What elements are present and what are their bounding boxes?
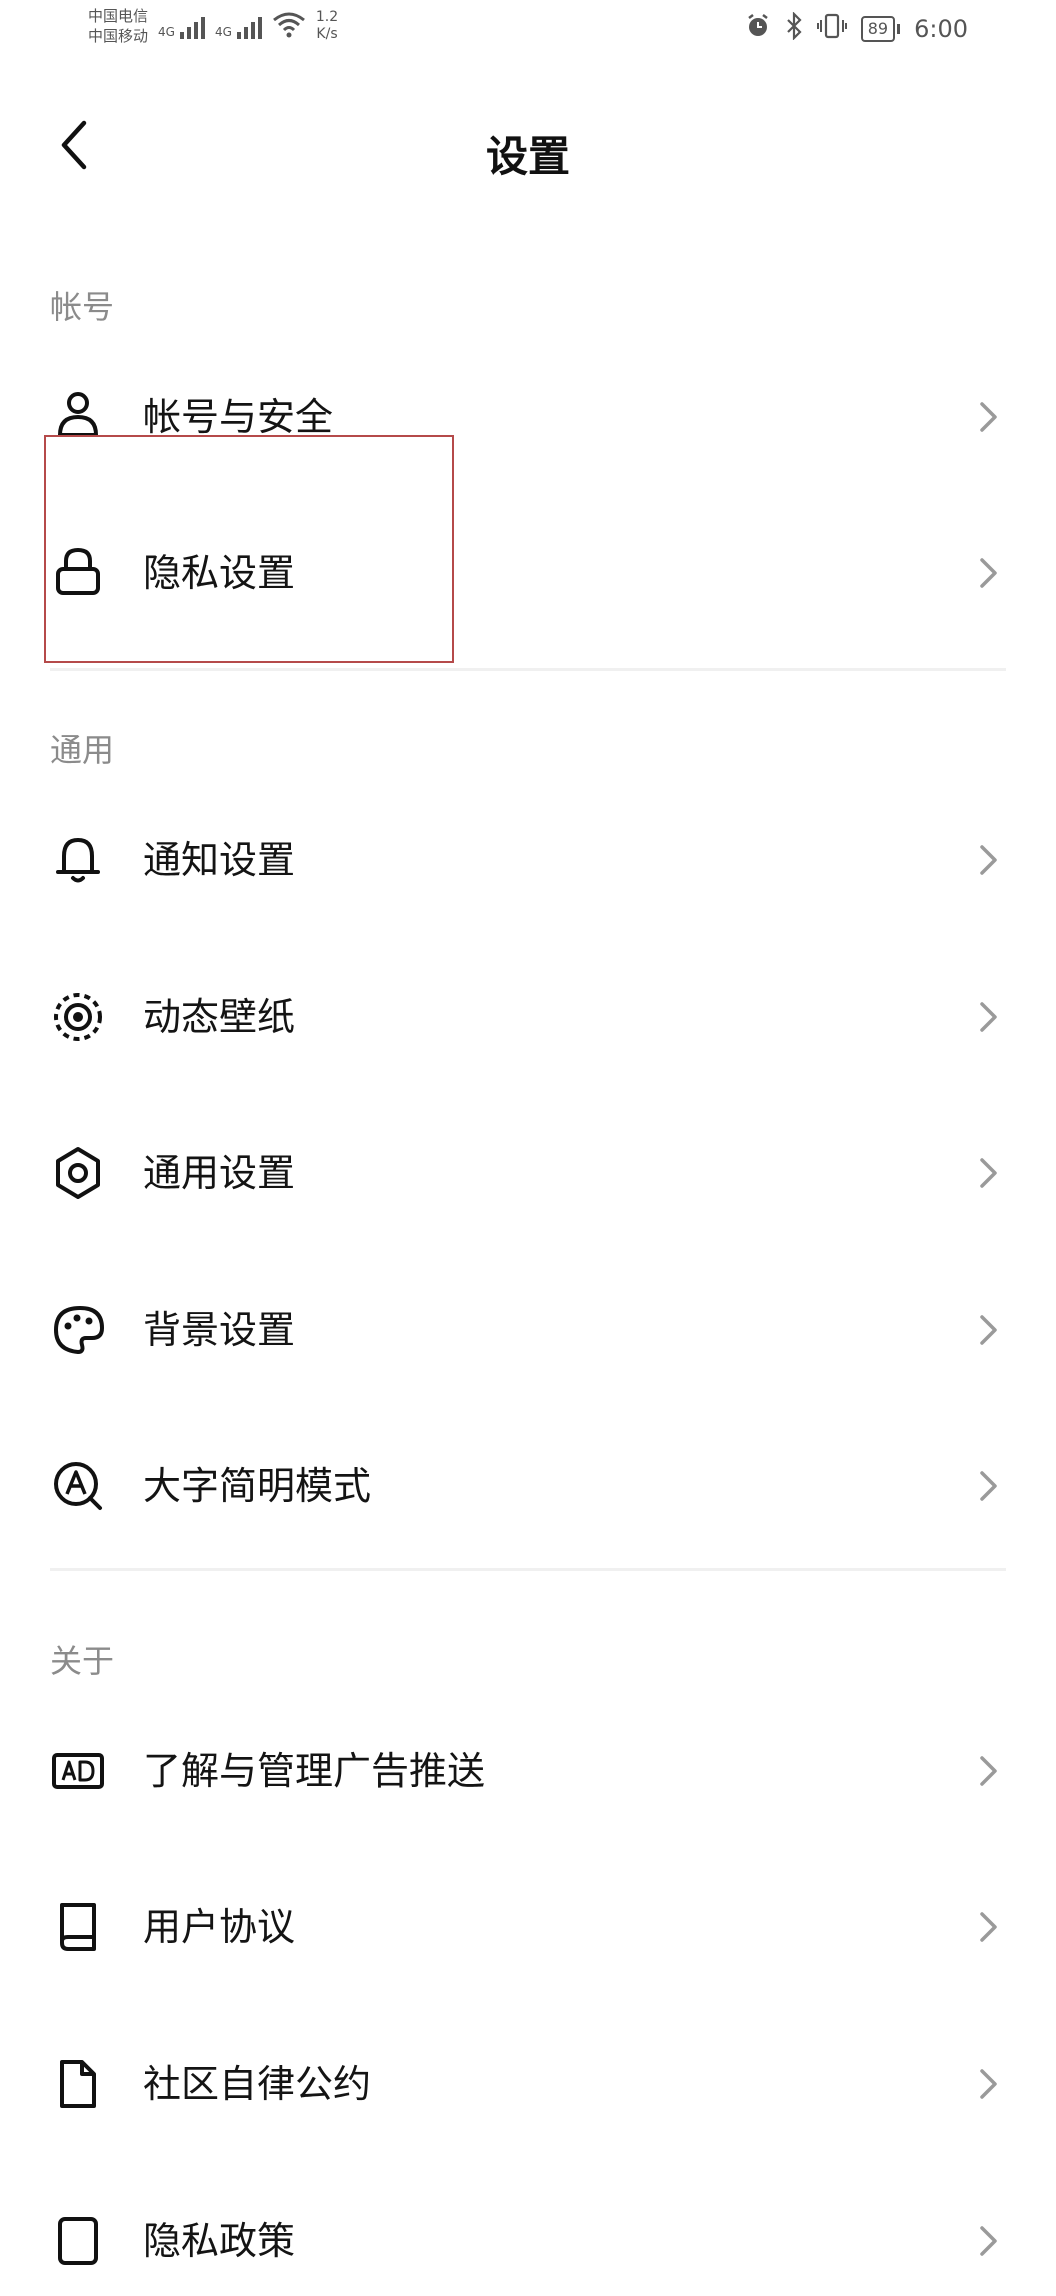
settings-item-label: 动态壁纸: [143, 995, 296, 1039]
signal-2-label: 4G: [214, 25, 232, 39]
battery-level: 89: [860, 16, 896, 42]
settings-item-notification-settings[interactable]: 通知设置: [0, 805, 1056, 915]
status-bar: 中国电信 中国移动 4G 4G 1.2 K/s 89 6:00: [0, 0, 1056, 70]
settings-item-background-settings[interactable]: 背景设置: [0, 1275, 1056, 1385]
large-font-icon: [50, 1456, 110, 1516]
privacy-policy-icon: [50, 2211, 110, 2271]
live-wallpaper-icon: [50, 987, 110, 1047]
book-icon: [50, 1897, 110, 1957]
carrier-2-name: 中国移动: [88, 27, 149, 45]
settings-item-label: 用户协议: [143, 1905, 296, 1949]
settings-item-label: 帐号与安全: [143, 395, 334, 439]
settings-item-ad-management[interactable]: 了解与管理广告推送: [0, 1716, 1056, 1826]
bluetooth-icon: [785, 11, 803, 46]
bell-icon: [50, 830, 110, 890]
network-speed: 1.2 K/s: [316, 9, 338, 43]
settings-item-community-guidelines[interactable]: 社区自律公约: [0, 2029, 1056, 2139]
chevron-right-icon: [970, 2066, 1006, 2102]
settings-item-user-agreement[interactable]: 用户协议: [0, 1872, 1056, 1982]
section-header-account: 帐号: [50, 288, 115, 326]
status-bar-left: 中国电信 中国移动 4G 4G 1.2 K/s: [88, 6, 338, 46]
chevron-right-icon: [970, 2223, 1006, 2259]
section-header-general: 通用: [50, 731, 115, 769]
chevron-right-icon: [970, 1468, 1006, 1504]
signal-1-label: 4G: [158, 25, 175, 39]
lock-icon: [50, 543, 110, 603]
battery-icon: 89: [860, 16, 901, 42]
signal-2-icon: 4G: [215, 13, 262, 39]
wifi-icon: [272, 10, 306, 42]
network-speed-value: 1.2: [315, 9, 339, 25]
chevron-right-icon: [970, 555, 1006, 591]
chevron-right-icon: [970, 842, 1006, 878]
chevron-right-icon: [970, 1155, 1006, 1191]
section-divider: [50, 668, 1006, 671]
settings-item-label: 通用设置: [143, 1151, 296, 1195]
palette-icon: [50, 1300, 110, 1360]
user-icon: [50, 387, 110, 447]
clock: 6:00: [914, 15, 968, 43]
nav-bar: 设置: [0, 95, 1056, 195]
status-bar-right: 89 6:00: [745, 11, 968, 46]
settings-item-label: 社区自律公约: [143, 2062, 372, 2106]
settings-item-label: 通知设置: [143, 838, 296, 882]
carrier-1-name: 中国电信: [88, 7, 149, 25]
chevron-right-icon: [970, 399, 1006, 435]
gear-icon: [50, 1143, 110, 1203]
settings-item-label: 隐私设置: [143, 551, 296, 595]
chevron-right-icon: [970, 999, 1006, 1035]
signal-1-icon: 4G: [158, 13, 205, 39]
chevron-right-icon: [970, 1909, 1006, 1945]
settings-item-label: 大字简明模式: [143, 1464, 372, 1508]
settings-item-privacy-settings[interactable]: 隐私设置: [0, 518, 1056, 628]
settings-item-label: 了解与管理广告推送: [143, 1749, 486, 1793]
settings-item-label: 背景设置: [143, 1308, 296, 1352]
settings-item-account-security[interactable]: 帐号与安全: [0, 362, 1056, 472]
settings-item-privacy-policy[interactable]: 隐私政策: [0, 2186, 1056, 2296]
document-icon: [50, 2054, 110, 2114]
alarm-icon: [745, 13, 771, 45]
settings-item-large-font-mode[interactable]: 大字简明模式: [0, 1431, 1056, 1541]
page-title: 设置: [485, 132, 570, 181]
section-header-about: 关于: [50, 1642, 115, 1680]
carrier-names: 中国电信 中国移动: [88, 6, 148, 46]
section-divider: [50, 1568, 1006, 1571]
network-speed-unit: K/s: [316, 26, 338, 42]
settings-item-label: 隐私政策: [143, 2219, 296, 2263]
settings-item-live-wallpaper[interactable]: 动态壁纸: [0, 962, 1056, 1072]
ad-icon: [50, 1741, 110, 1801]
chevron-right-icon: [970, 1312, 1006, 1348]
chevron-right-icon: [970, 1753, 1006, 1789]
vibrate-icon: [816, 13, 847, 45]
settings-item-general-settings[interactable]: 通用设置: [0, 1118, 1056, 1228]
